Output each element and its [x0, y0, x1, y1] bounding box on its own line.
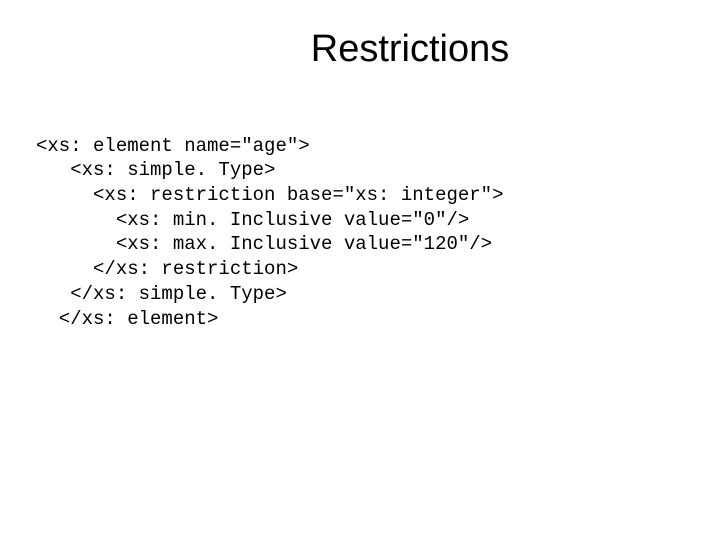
code-block: <xs: element name="age"> <xs: simple. Ty…: [36, 109, 684, 356]
slide-container: Restrictions <xs: element name="age"> <x…: [0, 0, 720, 540]
code-line: <xs: element name="age">: [36, 135, 310, 157]
code-line: <xs: max. Inclusive value="120"/>: [36, 233, 492, 255]
code-line: </xs: restriction>: [36, 258, 298, 280]
code-line: </xs: element>: [36, 308, 218, 330]
code-line: <xs: simple. Type>: [36, 159, 275, 181]
code-line: <xs: min. Inclusive value="0"/>: [36, 209, 469, 231]
code-line: </xs: simple. Type>: [36, 283, 287, 305]
slide-title: Restrictions: [36, 28, 684, 71]
code-line: <xs: restriction base="xs: integer">: [36, 184, 503, 206]
